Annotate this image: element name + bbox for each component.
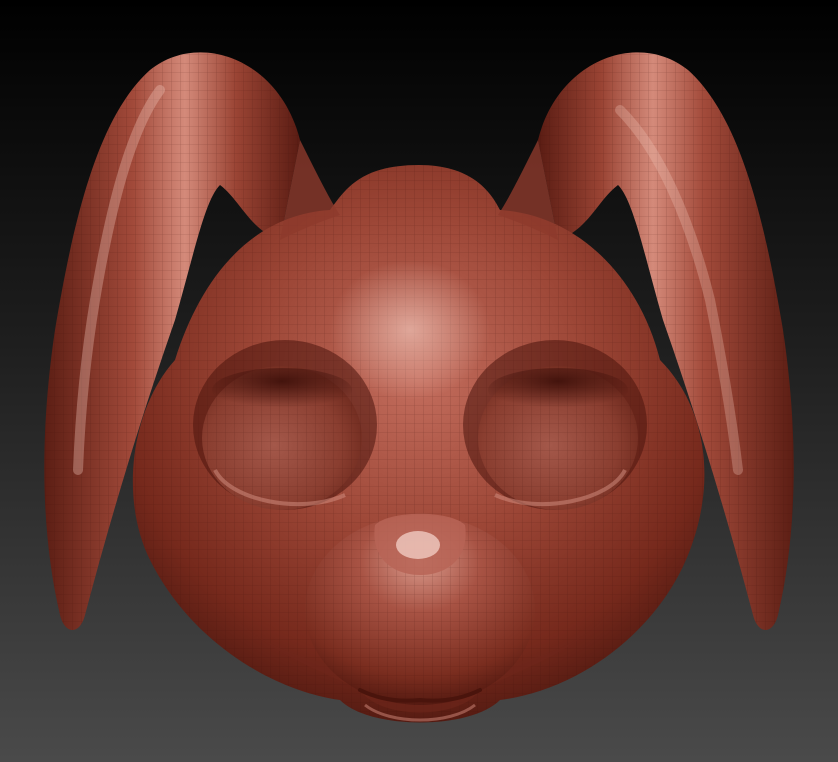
- sculpt-canvas: [0, 0, 838, 762]
- right-eye-socket: [463, 340, 647, 510]
- sculpt-viewport[interactable]: [0, 0, 838, 762]
- left-eye-socket: [193, 340, 377, 510]
- nose-specular: [396, 531, 440, 559]
